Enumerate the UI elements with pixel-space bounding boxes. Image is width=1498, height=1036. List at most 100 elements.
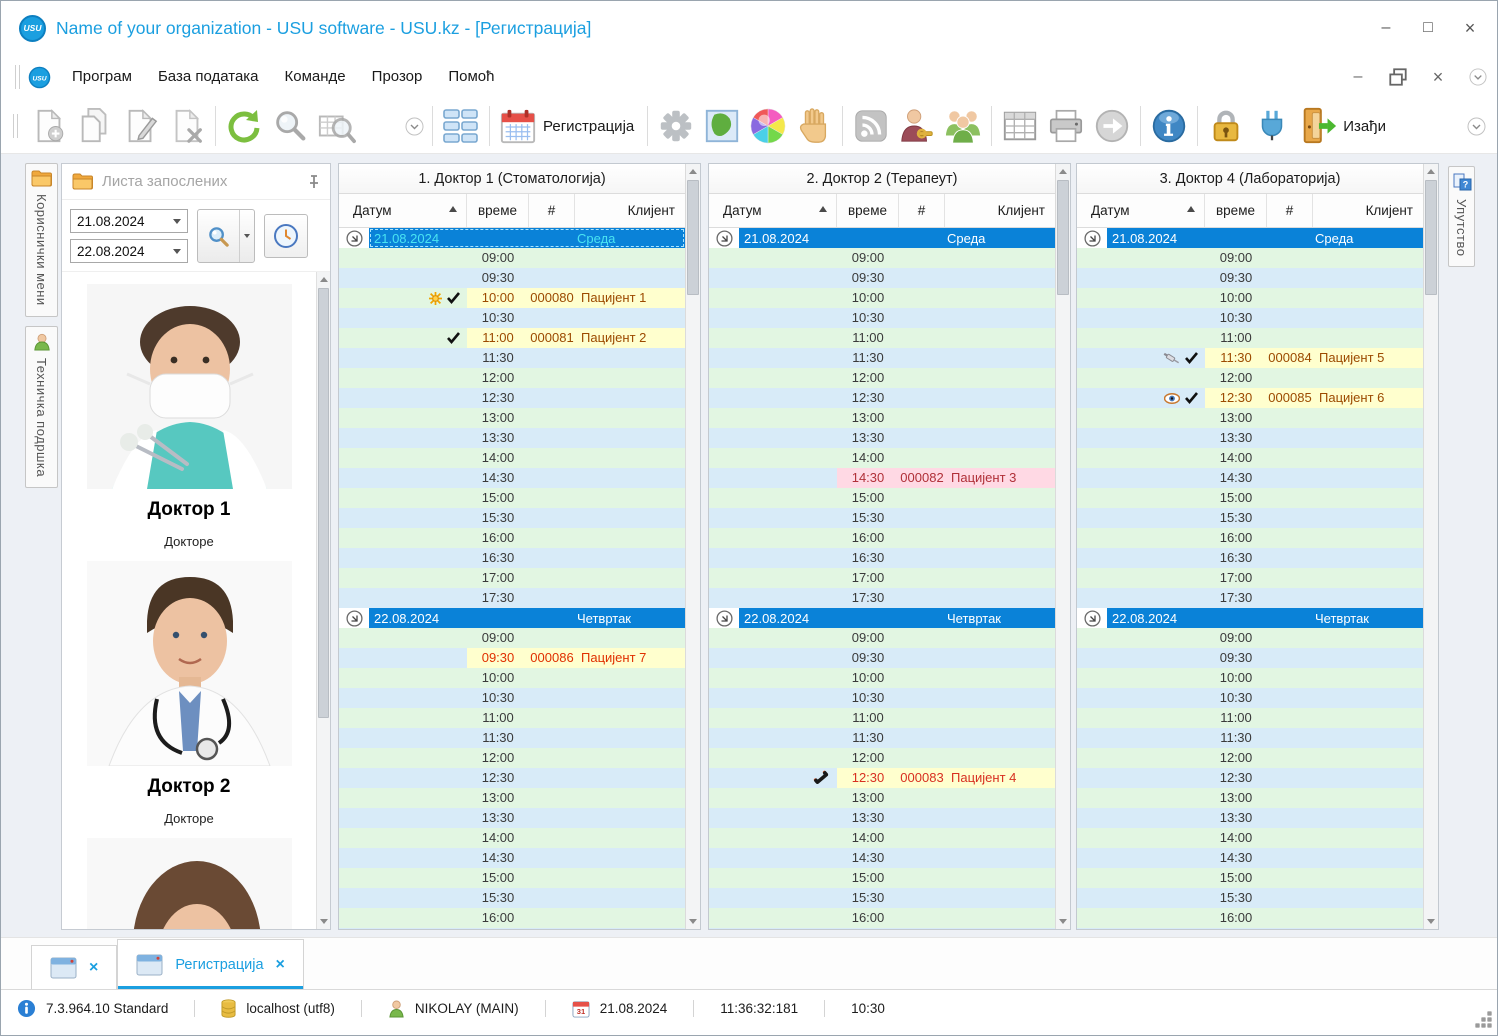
time-slot-row[interactable]: 13:00 xyxy=(339,408,685,428)
time-slot-row[interactable]: 10:30 xyxy=(709,308,1055,328)
time-slot-row[interactable]: 13:00 xyxy=(339,788,685,808)
grid-view-button[interactable] xyxy=(438,103,484,149)
date-group-row[interactable]: 22.08.2024Четвртак xyxy=(709,608,1055,628)
header-client[interactable]: Клијент xyxy=(575,194,685,227)
time-slot-row[interactable]: 11:00 xyxy=(709,708,1055,728)
scroll-up-button[interactable] xyxy=(317,272,330,287)
time-slot-row[interactable]: 14:30 xyxy=(1077,848,1423,868)
table-button[interactable] xyxy=(997,103,1043,149)
time-slot-row[interactable]: 12:30 xyxy=(339,388,685,408)
scroll-down-button[interactable] xyxy=(1056,914,1070,929)
time-slot-row[interactable]: 13:30 xyxy=(709,808,1055,828)
time-slot-row[interactable]: 10:00 xyxy=(1077,668,1423,688)
map-button[interactable] xyxy=(699,103,745,149)
user-key-button[interactable] xyxy=(894,103,940,149)
appointment-row[interactable]: 11:30000084Пацијент 5 xyxy=(1077,348,1423,368)
time-slot-row[interactable]: 15:00 xyxy=(1077,868,1423,888)
sidebar-tab-support[interactable]: Техничка подршка xyxy=(25,326,58,488)
header-datum[interactable]: Датум xyxy=(1077,194,1205,227)
time-slot-row[interactable]: 11:00 xyxy=(1077,708,1423,728)
time-slot-row[interactable]: 12:00 xyxy=(709,368,1055,388)
feed-button[interactable] xyxy=(848,103,894,149)
time-slot-row[interactable]: 15:00 xyxy=(709,488,1055,508)
toolbar-overflow-button[interactable] xyxy=(401,113,427,139)
vertical-scrollbar[interactable] xyxy=(1055,164,1070,929)
time-slot-row[interactable]: 16:30 xyxy=(339,928,685,929)
time-slot-row[interactable]: 11:30 xyxy=(339,348,685,368)
clock-button[interactable] xyxy=(264,214,308,258)
time-slot-row[interactable]: 12:00 xyxy=(339,748,685,768)
time-slot-row[interactable]: 16:30 xyxy=(709,548,1055,568)
time-slot-row[interactable]: 11:00 xyxy=(339,708,685,728)
sidebar-tab-user-menu[interactable]: Кориснички мени xyxy=(25,163,58,317)
time-slot-row[interactable]: 09:00 xyxy=(1077,248,1423,268)
scroll-down-button[interactable] xyxy=(1424,914,1438,929)
header-client[interactable]: Клијент xyxy=(1313,194,1423,227)
search-options-dropdown[interactable] xyxy=(239,210,254,262)
doctor-card[interactable]: Доктор 2 Докторе xyxy=(62,561,316,826)
time-slot-row[interactable]: 15:00 xyxy=(339,868,685,888)
time-slot-row[interactable]: 09:30 xyxy=(1077,268,1423,288)
header-time[interactable]: време xyxy=(467,194,529,227)
time-slot-row[interactable]: 16:00 xyxy=(1077,528,1423,548)
print-button[interactable] xyxy=(1043,103,1089,149)
search-button[interactable] xyxy=(267,103,313,149)
scroll-down-button[interactable] xyxy=(686,914,700,929)
time-slot-row[interactable]: 14:30 xyxy=(339,848,685,868)
sidebar-scrollbar[interactable] xyxy=(316,272,330,929)
time-slot-row[interactable]: 16:00 xyxy=(709,528,1055,548)
time-slot-row[interactable]: 13:00 xyxy=(1077,788,1423,808)
time-slot-row[interactable]: 13:30 xyxy=(339,428,685,448)
add-record-button[interactable] xyxy=(26,103,72,149)
scroll-down-button[interactable] xyxy=(317,914,330,929)
time-slot-row[interactable]: 15:00 xyxy=(339,488,685,508)
maximize-button[interactable]: □ xyxy=(1419,19,1437,37)
delete-record-button[interactable] xyxy=(164,103,210,149)
time-slot-row[interactable]: 09:30 xyxy=(339,268,685,288)
time-slot-row[interactable]: 16:30 xyxy=(1077,928,1423,929)
vertical-scrollbar[interactable] xyxy=(685,164,700,929)
info-button[interactable] xyxy=(1146,103,1192,149)
time-slot-row[interactable]: 12:00 xyxy=(339,368,685,388)
header-datum[interactable]: Датум xyxy=(339,194,467,227)
mdi-minimize-button[interactable]: – xyxy=(1349,68,1367,86)
date-to-select[interactable]: 22.08.2024 xyxy=(70,239,188,263)
time-slot-row[interactable]: 11:30 xyxy=(709,728,1055,748)
menu-item[interactable]: Помоћ xyxy=(435,68,507,85)
time-slot-row[interactable]: 16:00 xyxy=(1077,908,1423,928)
time-slot-row[interactable]: 09:30 xyxy=(709,648,1055,668)
time-slot-row[interactable]: 13:30 xyxy=(339,808,685,828)
menu-overflow-button[interactable] xyxy=(1469,68,1487,86)
date-group-row[interactable]: 21.08.2024Среда xyxy=(709,228,1055,248)
time-slot-row[interactable]: 14:00 xyxy=(1077,828,1423,848)
lock-button[interactable] xyxy=(1203,103,1249,149)
header-number[interactable]: # xyxy=(1267,194,1313,227)
time-slot-row[interactable]: 16:30 xyxy=(709,928,1055,929)
time-slot-row[interactable]: 11:30 xyxy=(709,348,1055,368)
minimize-button[interactable]: – xyxy=(1377,19,1395,37)
scroll-thumb[interactable] xyxy=(1425,180,1437,295)
time-slot-row[interactable]: 15:00 xyxy=(1077,488,1423,508)
time-slot-row[interactable]: 09:00 xyxy=(339,628,685,648)
mdi-restore-button[interactable] xyxy=(1389,68,1407,86)
time-slot-row[interactable]: 09:30 xyxy=(1077,648,1423,668)
time-slot-row[interactable]: 12:00 xyxy=(1077,368,1423,388)
exit-label[interactable]: Изађи xyxy=(1343,118,1386,135)
settings-gear-button[interactable] xyxy=(653,103,699,149)
time-slot-row[interactable]: 17:00 xyxy=(1077,568,1423,588)
time-slot-row[interactable]: 15:30 xyxy=(1077,888,1423,908)
search-employees-button[interactable] xyxy=(197,209,255,263)
manual-tab[interactable]: ? Упутство xyxy=(1448,166,1475,267)
time-slot-row[interactable]: 09:00 xyxy=(709,628,1055,648)
header-datum[interactable]: Датум xyxy=(709,194,837,227)
appointment-row[interactable]: 12:30000083Пацијент 4 xyxy=(709,768,1055,788)
time-slot-row[interactable]: 14:00 xyxy=(709,448,1055,468)
time-slot-row[interactable]: 14:30 xyxy=(1077,468,1423,488)
exit-door-button[interactable] xyxy=(1295,103,1341,149)
window-tab[interactable]: × xyxy=(31,945,117,989)
mdi-close-button[interactable]: × xyxy=(1429,68,1447,86)
time-slot-row[interactable]: 10:30 xyxy=(1077,688,1423,708)
scroll-up-button[interactable] xyxy=(1056,164,1070,179)
menu-item[interactable]: Команде xyxy=(272,68,359,85)
menu-item[interactable]: Програм xyxy=(59,68,145,85)
